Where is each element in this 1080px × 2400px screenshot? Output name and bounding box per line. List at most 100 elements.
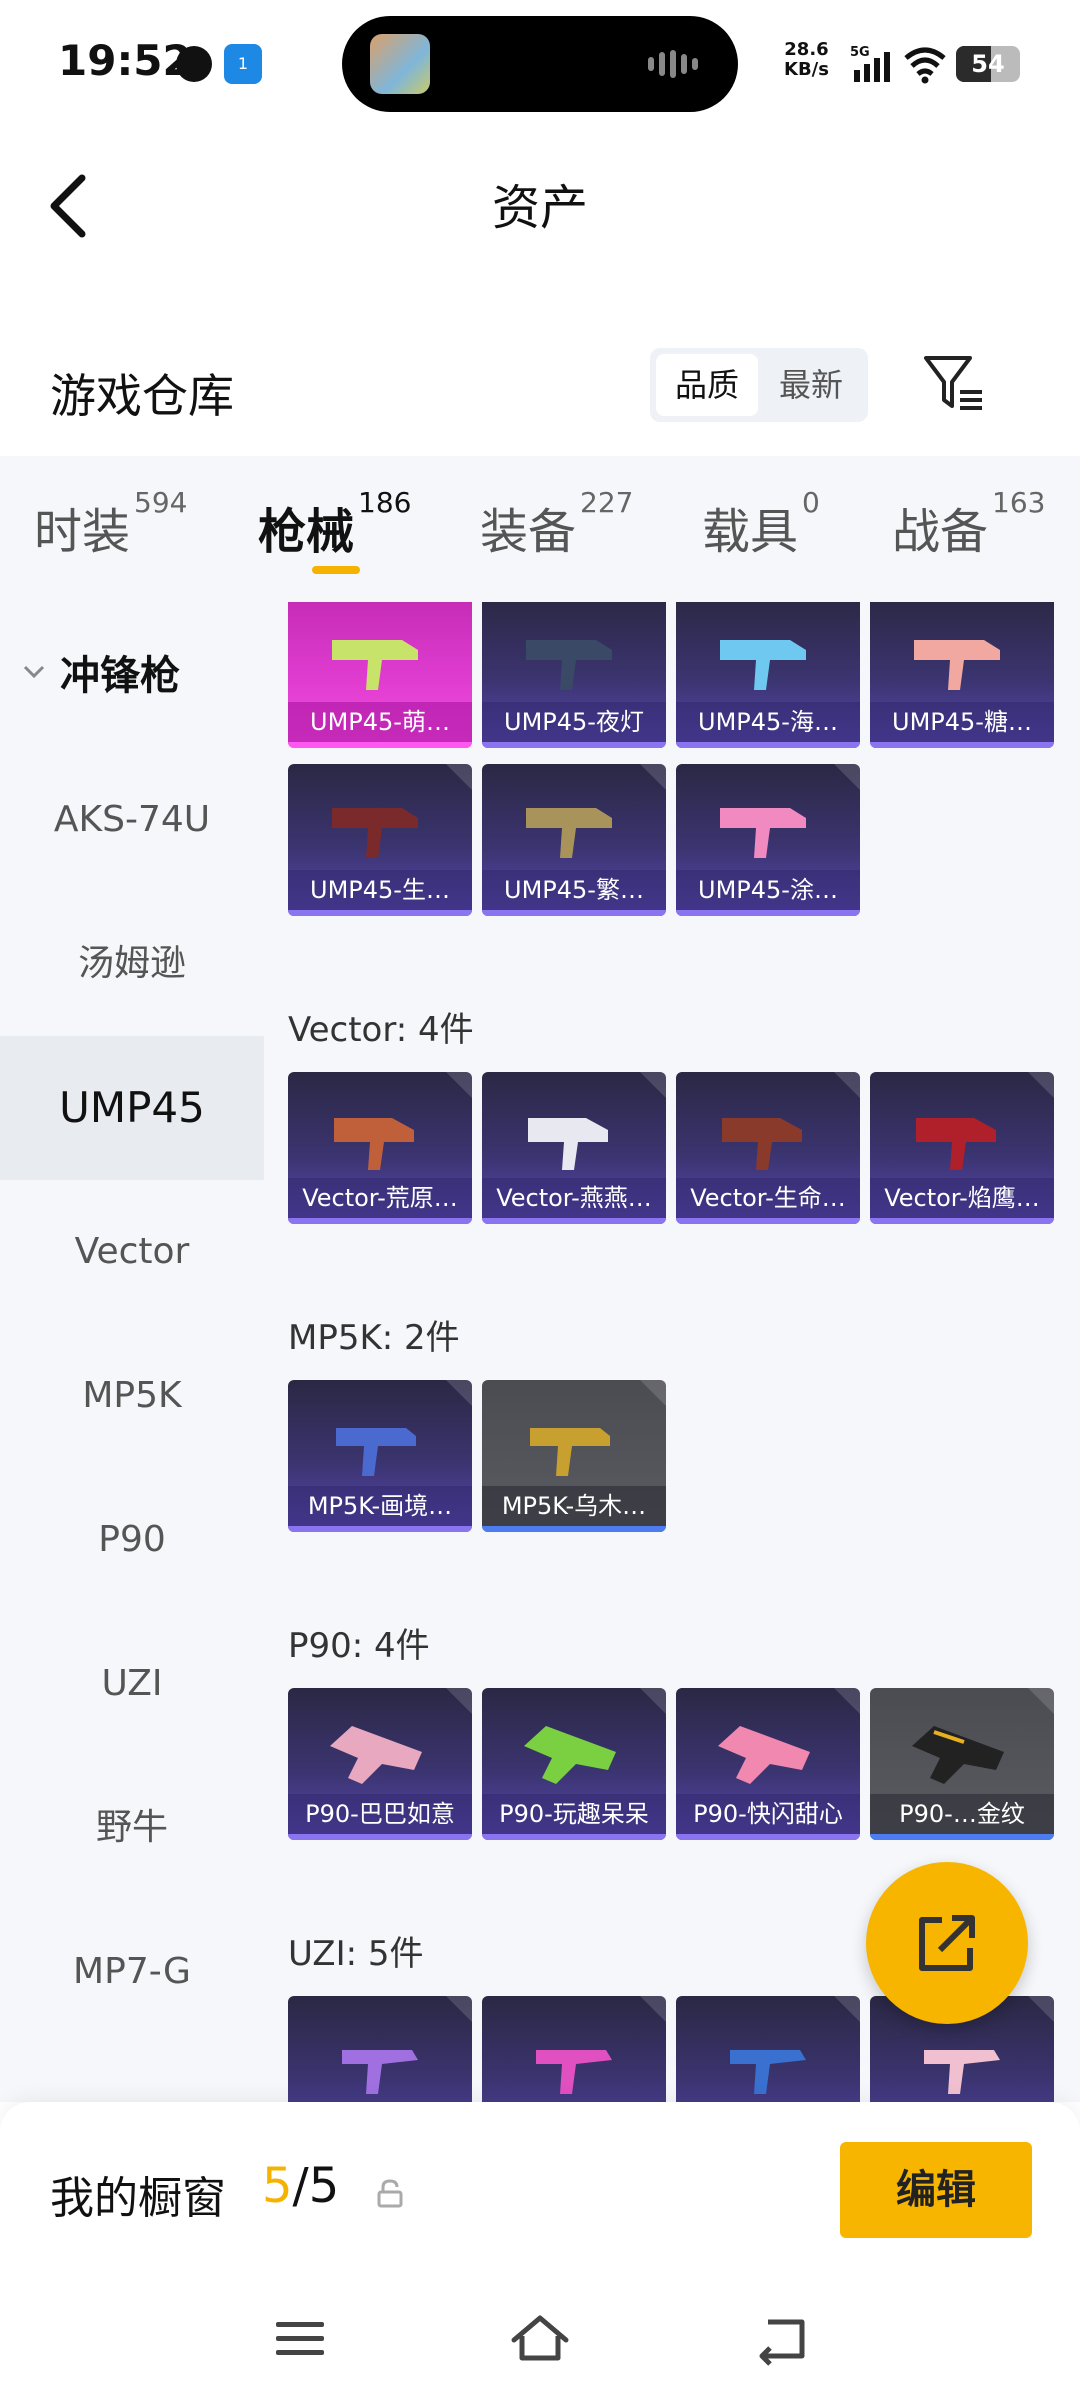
skin-name: UMP45-糖… xyxy=(870,702,1054,742)
skin-card[interactable]: UMP45-繁… xyxy=(482,764,666,916)
dynamic-island[interactable] xyxy=(342,16,738,112)
skin-card[interactable]: UMP45-生… xyxy=(288,764,472,916)
skin-card[interactable]: P90-快闪甜心 xyxy=(676,1688,860,1840)
smg-skin-icon xyxy=(720,640,806,690)
subcategory-item[interactable]: 汤姆逊 xyxy=(0,892,264,1036)
skin-name: P90-玩趣呆呆 xyxy=(482,1794,666,1834)
subcategory-item[interactable]: MP7-G xyxy=(0,1900,264,2044)
skin-card[interactable]: P90-…金纹 xyxy=(870,1688,1054,1840)
rarity-bar xyxy=(482,1526,666,1532)
skin-card[interactable]: Vector-燕燕… xyxy=(482,1072,666,1224)
menu-icon[interactable] xyxy=(270,2312,330,2366)
skin-name: UMP45-涂… xyxy=(676,870,860,910)
smg-skin-icon xyxy=(536,2050,612,2094)
subcategory-item-selected[interactable]: UMP45 xyxy=(0,1036,264,1180)
globe-icon xyxy=(176,46,212,82)
sort-newest-option[interactable]: 最新 xyxy=(760,354,862,416)
filter-icon[interactable] xyxy=(920,350,986,416)
status-time: 19:52 xyxy=(58,36,192,85)
section-label-uzi: UZI: 5件 xyxy=(288,1934,424,1974)
skin-name: Vector-生命… xyxy=(676,1178,860,1218)
smg-skin-icon xyxy=(524,1726,616,1784)
skin-card[interactable] xyxy=(288,1996,472,2102)
category-tabs: 时装594 枪械186 装备227 载具0 战备163 xyxy=(0,456,1080,602)
card-corner xyxy=(1028,1996,1054,2022)
skin-card[interactable]: UMP45-萌… xyxy=(288,602,472,748)
card-corner xyxy=(834,1996,860,2022)
rarity-bar xyxy=(676,742,860,748)
tab-fashion[interactable]: 时装594 xyxy=(34,486,187,562)
network-speed: 28.6 KB/s xyxy=(784,40,829,80)
skin-card[interactable]: UMP45-糖… xyxy=(870,602,1054,748)
subcategory-item[interactable]: 野牛 xyxy=(0,1756,264,1900)
tab-label: 时装 xyxy=(34,504,131,560)
speed-value: 28.6 xyxy=(784,39,829,60)
showcase-bar: 我的橱窗 5/5 编辑 xyxy=(0,2102,1080,2282)
rarity-bar xyxy=(482,1834,666,1840)
tab-equipment[interactable]: 装备227 xyxy=(480,486,633,562)
skin-card[interactable] xyxy=(482,1996,666,2102)
skin-card[interactable]: P90-玩趣呆呆 xyxy=(482,1688,666,1840)
rarity-bar xyxy=(288,1526,472,1532)
skin-card[interactable]: MP5K-乌木… xyxy=(482,1380,666,1532)
card-corner xyxy=(640,1996,666,2022)
rarity-bar xyxy=(676,1834,860,1840)
card-corner xyxy=(640,1688,666,1714)
skin-card[interactable]: UMP45-海… xyxy=(676,602,860,748)
lock-icon xyxy=(377,2179,403,2208)
subcategory-item[interactable]: UZI xyxy=(0,1612,264,1756)
card-corner xyxy=(446,1688,472,1714)
skin-name: Vector-荒原… xyxy=(288,1178,472,1218)
smg-skin-icon xyxy=(528,1118,608,1170)
smg-skin-icon xyxy=(722,1118,802,1170)
tab-firearms[interactable]: 枪械186 xyxy=(258,486,411,562)
section-label-vector: Vector: 4件 xyxy=(288,1010,474,1050)
card-corner xyxy=(1028,1688,1054,1714)
skin-card[interactable]: P90-巴巴如意 xyxy=(288,1688,472,1840)
skin-name: UMP45-萌… xyxy=(288,702,472,742)
smg-skin-icon xyxy=(332,808,418,858)
smg-skin-icon xyxy=(330,1726,422,1784)
showcase-current: 5 xyxy=(262,2158,293,2214)
tab-supplies[interactable]: 战备163 xyxy=(892,486,1045,562)
skin-card[interactable]: UMP45-夜灯 xyxy=(482,602,666,748)
card-corner xyxy=(834,1688,860,1714)
skin-card[interactable]: Vector-焰鹰… xyxy=(870,1072,1054,1224)
smg-skin-icon xyxy=(720,808,806,858)
card-corner xyxy=(834,764,860,790)
sort-quality-option[interactable]: 品质 xyxy=(656,354,758,416)
back-icon[interactable] xyxy=(752,2312,812,2366)
subcategory-group-smg[interactable]: 冲锋枪 xyxy=(0,604,264,748)
subcategory-item[interactable]: AKS-74U xyxy=(0,748,264,892)
section-label-mp5k: MP5K: 2件 xyxy=(288,1318,460,1358)
tab-label: 枪械 xyxy=(258,504,355,560)
home-icon[interactable] xyxy=(510,2312,570,2366)
skin-card[interactable]: UMP45-涂… xyxy=(676,764,860,916)
system-navbar xyxy=(0,2282,1080,2400)
smg-skin-icon xyxy=(336,1428,416,1476)
skin-name: P90-巴巴如意 xyxy=(288,1794,472,1834)
subcategory-item[interactable]: MP5K xyxy=(0,1324,264,1468)
rarity-bar xyxy=(288,1834,472,1840)
share-fab[interactable] xyxy=(866,1862,1028,2024)
card-corner xyxy=(446,1072,472,1098)
status-bar: 19:52 1 28.6 KB/s 5G 54 xyxy=(0,0,1080,130)
rarity-bar xyxy=(482,1218,666,1224)
skin-card[interactable]: Vector-荒原… xyxy=(288,1072,472,1224)
skin-card[interactable]: Vector-生命… xyxy=(676,1072,860,1224)
skin-name: UMP45-生… xyxy=(288,870,472,910)
rarity-bar xyxy=(676,910,860,916)
skin-card[interactable] xyxy=(676,1996,860,2102)
signal-5g-icon: 5G xyxy=(850,45,890,82)
subcategory-item[interactable]: P90 xyxy=(0,1468,264,1612)
skin-card[interactable]: MP5K-画境… xyxy=(288,1380,472,1532)
tab-count: 163 xyxy=(992,486,1046,519)
battery-icon: 54 xyxy=(956,46,1020,82)
skin-name: UMP45-夜灯 xyxy=(482,702,666,742)
smg-skin-icon xyxy=(718,1726,810,1784)
subcategory-item[interactable]: Vector xyxy=(0,1180,264,1324)
edit-button[interactable]: 编辑 xyxy=(840,2142,1032,2238)
header: 资产 xyxy=(0,130,1080,270)
rarity-bar xyxy=(870,1834,1054,1840)
tab-vehicles[interactable]: 载具0 xyxy=(702,486,820,562)
